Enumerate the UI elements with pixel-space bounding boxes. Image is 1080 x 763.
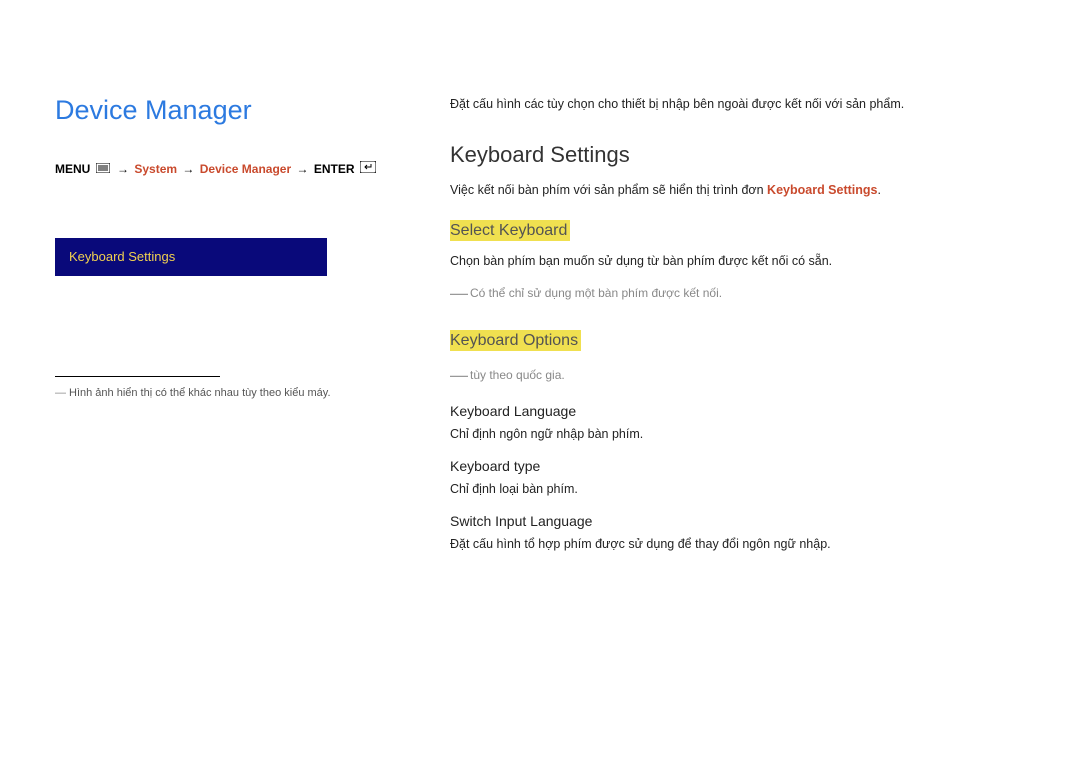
section-desc: Việc kết nối bàn phím với sản phẩm sẽ hi… [450,180,1025,200]
select-keyboard-note: ―Có thể chỉ sử dụng một bàn phím được kế… [450,279,1025,308]
section-title-keyboard-settings: Keyboard Settings [450,142,1025,168]
menu-box-keyboard-settings: Keyboard Settings [55,238,327,276]
breadcrumb: MENU → System → Device Manager → ENTER [55,161,395,178]
breadcrumb-system: System [134,162,177,176]
switch-input-language-desc: Đặt cấu hình tổ hợp phím được sử dụng để… [450,535,1025,554]
breadcrumb-enter: ENTER [314,162,355,176]
heading-keyboard-options: Keyboard Options [450,330,581,351]
sub-switch-input-language: Switch Input Language [450,513,1025,529]
sub-keyboard-language: Keyboard Language [450,403,1025,419]
arrow-icon: → [117,162,129,176]
sub-keyboard-type: Keyboard type [450,458,1025,474]
intro-text: Đặt cấu hình các tùy chọn cho thiết bị n… [450,95,1025,114]
heading-select-keyboard: Select Keyboard [450,220,570,241]
keyboard-type-desc: Chỉ định loại bàn phím. [450,480,1025,499]
footnote: ―Hình ảnh hiển thị có thể khác nhau tùy … [55,385,395,402]
breadcrumb-menu: MENU [55,162,90,176]
keyboard-options-note: ―tùy theo quốc gia. [450,361,1025,390]
enter-icon [360,161,376,178]
page-title: Device Manager [55,95,395,126]
keyboard-language-desc: Chỉ định ngôn ngữ nhập bàn phím. [450,425,1025,444]
arrow-icon: → [297,162,309,176]
menu-icon [96,161,110,178]
divider [55,376,220,377]
arrow-icon: → [182,162,194,176]
breadcrumb-device-manager: Device Manager [200,162,291,176]
menu-box-label: Keyboard Settings [69,249,175,264]
select-keyboard-desc: Chọn bàn phím bạn muốn sử dụng từ bàn ph… [450,251,1025,271]
